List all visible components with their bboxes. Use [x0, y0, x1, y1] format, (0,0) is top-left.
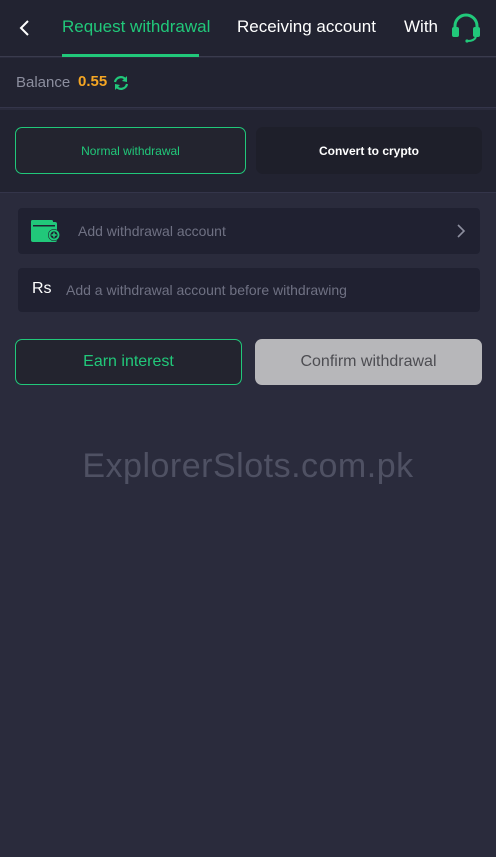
- withdrawal-mode-selector: Normal withdrawal Convert to crypto: [0, 110, 496, 193]
- top-nav-bar: Request withdrawal Receiving account Wit…: [0, 0, 496, 57]
- active-tab-indicator: [62, 54, 199, 57]
- currency-symbol: Rs: [32, 280, 52, 297]
- confirm-withdrawal-button[interactable]: Confirm withdrawal: [255, 339, 482, 385]
- chevron-right-icon: [457, 224, 466, 238]
- normal-withdrawal-button[interactable]: Normal withdrawal: [15, 127, 246, 174]
- balance-value: 0.55: [78, 73, 108, 90]
- withdrawal-amount-input[interactable]: [66, 278, 466, 302]
- wallet-icon: [31, 220, 60, 242]
- earn-interest-button[interactable]: Earn interest: [15, 339, 242, 385]
- balance-label: Balance: [16, 74, 71, 91]
- tab-request-withdrawal[interactable]: Request withdrawal: [62, 17, 210, 37]
- add-withdrawal-account-label: Add withdrawal account: [78, 223, 226, 239]
- tab-withdrawal-record[interactable]: With: [404, 17, 438, 37]
- headset-icon[interactable]: [450, 13, 482, 43]
- watermark: ExplorerSlots.com.pk: [82, 447, 414, 485]
- balance-row: Balance 0.55: [0, 58, 496, 108]
- refresh-icon[interactable]: [112, 74, 130, 92]
- chevron-left-icon[interactable]: [14, 17, 36, 39]
- withdrawal-amount-row: Rs: [18, 268, 480, 312]
- tab-receiving-account[interactable]: Receiving account: [237, 17, 376, 37]
- convert-to-crypto-button[interactable]: Convert to crypto: [256, 127, 482, 174]
- add-withdrawal-account-row[interactable]: Add withdrawal account: [18, 208, 480, 254]
